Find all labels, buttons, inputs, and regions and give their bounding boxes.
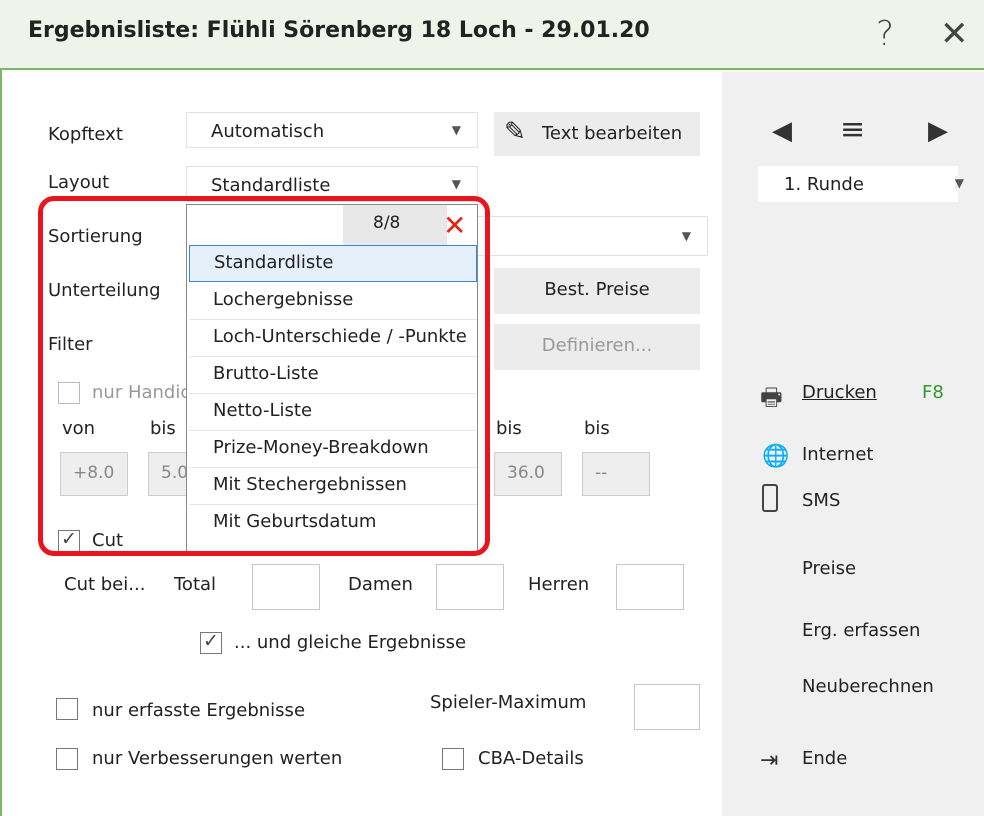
- bis-label-2: bis: [496, 418, 522, 439]
- cba-details-label: CBA-Details: [478, 748, 584, 769]
- von-label: von: [62, 418, 96, 439]
- bis-label-3: bis: [584, 418, 610, 439]
- kopftext-value: Automatisch: [211, 121, 325, 142]
- help-icon[interactable]: ?: [876, 14, 894, 54]
- sortierung-label: Sortierung: [48, 226, 143, 247]
- cut-label: Cut: [92, 530, 124, 551]
- range-to-field-2[interactable]: --: [582, 452, 650, 496]
- window-title: Ergebnisliste: Flühli Sörenberg 18 Loch …: [28, 18, 650, 43]
- dropdown-item[interactable]: Mit Stechergebnissen: [189, 468, 477, 505]
- dropdown-item[interactable]: Netto-Liste: [189, 394, 477, 431]
- clear-icon[interactable]: ✕: [443, 209, 466, 242]
- nur-verbesserungen-checkbox[interactable]: [56, 748, 78, 770]
- filter-label: Filter: [48, 334, 93, 355]
- prev-icon[interactable]: ◀: [772, 116, 792, 146]
- range-to-field-1[interactable]: 36.0: [494, 452, 562, 496]
- cut-checkbox[interactable]: [58, 528, 80, 552]
- spieler-maximum-label: Spieler-Maximum: [430, 692, 587, 713]
- drucken-shortcut: F8: [922, 382, 944, 403]
- layout-value: Standardliste: [211, 175, 331, 196]
- damen-input[interactable]: [436, 564, 504, 610]
- sms-button[interactable]: SMS: [802, 490, 840, 511]
- kopftext-label: Kopftext: [48, 124, 123, 145]
- gleiche-ergebnisse-label: ... und gleiche Ergebnisse: [234, 632, 467, 653]
- close-icon[interactable]: ✕: [940, 14, 969, 54]
- next-icon[interactable]: ▶: [928, 116, 948, 146]
- gleiche-ergebnisse-checkbox[interactable]: [200, 630, 222, 654]
- herren-input[interactable]: [616, 564, 684, 610]
- cut-bei-label: Cut bei...: [64, 574, 146, 595]
- dropdown-item[interactable]: Prize-Money-Breakdown: [189, 431, 477, 468]
- layout-select[interactable]: Standardliste ▼: [186, 166, 478, 202]
- chevron-down-icon: ▼: [954, 176, 964, 190]
- herren-label: Herren: [528, 574, 590, 595]
- bis-label-1: bis: [150, 418, 176, 439]
- dropdown-item[interactable]: Mit Geburtsdatum: [189, 505, 477, 542]
- dropdown-item[interactable]: Lochergebnisse: [189, 283, 477, 320]
- unterteilung-label: Unterteilung: [48, 280, 161, 301]
- layout-dropdown-list: 8/8 ✕ Standardliste Lochergebnisse Loch-…: [186, 204, 478, 552]
- layout-label: Layout: [48, 172, 110, 193]
- printer-icon: 🖶: [760, 383, 783, 411]
- text-bearbeiten-label: Text bearbeiten: [542, 123, 683, 144]
- chevron-down-icon: ▼: [451, 177, 461, 191]
- dropdown-count: 8/8: [343, 205, 447, 245]
- neuberechnen-button[interactable]: Neuberechnen: [802, 676, 934, 697]
- chevron-down-icon: ▼: [681, 229, 691, 243]
- dropdown-item[interactable]: Loch-Unterschiede / -Punkte: [189, 320, 477, 357]
- window-border: [0, 70, 2, 816]
- exit-icon: ⇥: [760, 748, 779, 773]
- best-preise-button[interactable]: Best. Preise: [494, 268, 700, 314]
- handicap-from-field[interactable]: +8.0: [60, 452, 128, 496]
- spieler-maximum-input[interactable]: [634, 684, 700, 730]
- damen-label: Damen: [348, 574, 413, 595]
- total-input[interactable]: [252, 564, 320, 610]
- chevron-down-icon: ▼: [451, 123, 461, 137]
- nur-handicap-checkbox[interactable]: [58, 382, 80, 404]
- erg-erfassen-button[interactable]: Erg. erfassen: [802, 620, 920, 641]
- nur-erfasste-label: nur erfasste Ergebnisse: [92, 700, 306, 721]
- ende-button[interactable]: Ende: [802, 748, 847, 769]
- phone-icon: [762, 484, 778, 512]
- total-label: Total: [174, 574, 217, 595]
- kopftext-select[interactable]: Automatisch ▼: [186, 112, 478, 148]
- drucken-button[interactable]: Drucken: [802, 382, 877, 403]
- internet-button[interactable]: Internet: [802, 444, 873, 465]
- runde-value: 1. Runde: [784, 174, 864, 195]
- definieren-button[interactable]: Definieren...: [494, 324, 700, 370]
- nur-verbesserungen-label: nur Verbesserungen werten: [92, 748, 343, 769]
- preise-button[interactable]: Preise: [802, 558, 856, 579]
- globe-icon: 🌐: [762, 444, 790, 469]
- nur-erfasste-checkbox[interactable]: [56, 698, 78, 720]
- cba-details-checkbox[interactable]: [442, 748, 464, 770]
- menu-icon[interactable]: ≡: [840, 112, 865, 147]
- dropdown-item[interactable]: Brutto-Liste: [189, 357, 477, 394]
- pencil-icon: ✎: [504, 117, 526, 147]
- dropdown-item[interactable]: Standardliste: [189, 245, 477, 282]
- text-bearbeiten-button[interactable]: ✎ Text bearbeiten: [494, 112, 700, 156]
- runde-select[interactable]: 1. Runde ▼: [758, 166, 964, 202]
